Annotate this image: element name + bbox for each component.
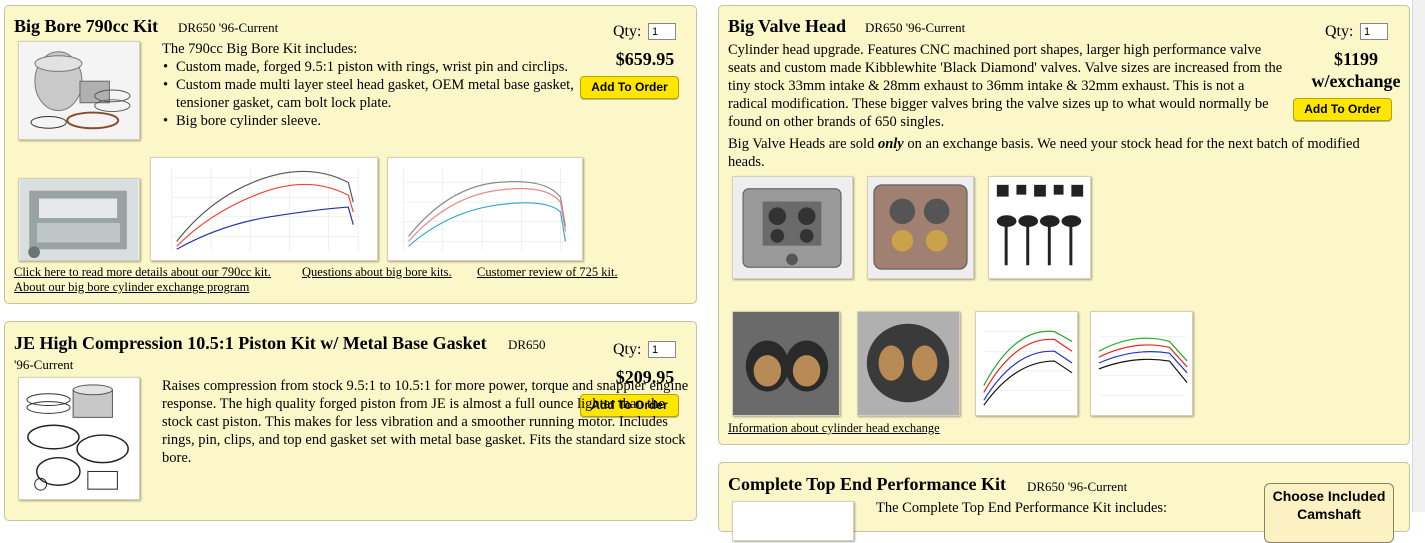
- link-790cc-details[interactable]: Click here to read more details about ou…: [14, 265, 271, 280]
- product-model-years: '96-Current: [14, 357, 74, 372]
- dyno-chart-4[interactable]: [1090, 311, 1193, 416]
- dyno-chart-2[interactable]: [387, 157, 583, 261]
- add-to-order-button[interactable]: Add To Order: [1293, 98, 1392, 121]
- choose-button-label: Choose Included: [1272, 488, 1386, 504]
- list-item: Big bore cylinder sleeve.: [163, 112, 577, 130]
- dyno-chart-3[interactable]: [975, 311, 1078, 416]
- product-price: $1199: [1333, 49, 1378, 69]
- qty-label: Qty:: [1325, 23, 1354, 40]
- includes-list: Custom made, forged 9.5:1 piston with ri…: [162, 58, 577, 130]
- list-item: Custom made multi layer steel head gaske…: [163, 76, 577, 112]
- product-model: DR650: [508, 337, 546, 352]
- product-card-je-piston: JE High Compression 10.5:1 Piston Kit w/…: [4, 321, 697, 521]
- qty-input[interactable]: [648, 341, 676, 358]
- product-price: $659.95: [615, 49, 675, 69]
- link-customer-review[interactable]: Customer review of 725 kit.: [477, 265, 618, 280]
- exhaust-port-photo[interactable]: [857, 311, 960, 416]
- cylinder-sleeve-photo[interactable]: [18, 178, 140, 261]
- product-model: DR650 '96-Current: [1027, 479, 1128, 494]
- product-description: Raises compression from stock 9.5:1 to 1…: [162, 378, 689, 466]
- qty-input[interactable]: [648, 23, 676, 40]
- intro-text: The 790cc Big Bore Kit includes:: [162, 41, 358, 57]
- product-card-top-end-kit: Complete Top End Performance Kit DR650 '…: [718, 462, 1410, 543]
- product-model: DR650 '96-Current: [178, 20, 279, 35]
- add-to-order-button[interactable]: Add To Order: [580, 76, 679, 99]
- exchange-note: Big Valve Heads are sold only on an exch…: [728, 135, 1378, 171]
- head-top-photo[interactable]: [732, 176, 853, 279]
- list-item: Custom made, forged 9.5:1 piston with ri…: [163, 58, 577, 76]
- qty-label: Qty:: [613, 341, 642, 358]
- exchange-note-emphasis: only: [877, 136, 904, 152]
- product-title: Big Valve Head: [728, 16, 847, 36]
- intro-text: The Complete Top End Performance Kit inc…: [876, 500, 1168, 516]
- choose-camshaft-button[interactable]: Choose Included Camshaft: [1264, 483, 1394, 543]
- top-end-kit-photo: [732, 501, 854, 541]
- product-description: Cylinder head upgrade. Features CNC mach…: [728, 42, 1283, 130]
- product-card-big-bore: Big Bore 790cc Kit DR650 '96-Current Qty…: [4, 5, 697, 304]
- piston-kit-photo: [18, 41, 140, 140]
- link-cylinder-exchange[interactable]: About our big bore cylinder exchange pro…: [14, 280, 249, 295]
- product-price-note: w/exchange: [1311, 71, 1401, 91]
- product-card-big-valve-head: Big Valve Head DR650 '96-Current Qty: $1…: [718, 5, 1410, 445]
- je-piston-kit-photo: [18, 377, 140, 500]
- product-title: Complete Top End Performance Kit: [728, 474, 1006, 494]
- product-title: Big Bore 790cc Kit: [14, 16, 159, 36]
- product-model: DR650 '96-Current: [865, 20, 966, 35]
- product-title: JE High Compression 10.5:1 Piston Kit w/…: [14, 333, 487, 353]
- product-description: The 790cc Big Bore Kit includes: Custom …: [162, 40, 577, 130]
- exchange-note-text: Big Valve Heads are sold: [728, 136, 878, 152]
- page-scrollbar[interactable]: [1412, 0, 1425, 512]
- dyno-chart-1[interactable]: [150, 157, 378, 261]
- link-cylinder-head-exchange[interactable]: Information about cylinder head exchange: [728, 421, 940, 436]
- valves-photo[interactable]: [988, 176, 1091, 279]
- qty-input[interactable]: [1360, 23, 1388, 40]
- qty-label: Qty:: [613, 23, 642, 40]
- link-big-bore-questions[interactable]: Questions about big bore kits.: [302, 265, 452, 280]
- intake-port-photo[interactable]: [732, 311, 840, 416]
- head-valves-photo[interactable]: [867, 176, 974, 279]
- choose-button-label-2: Camshaft: [1297, 506, 1361, 522]
